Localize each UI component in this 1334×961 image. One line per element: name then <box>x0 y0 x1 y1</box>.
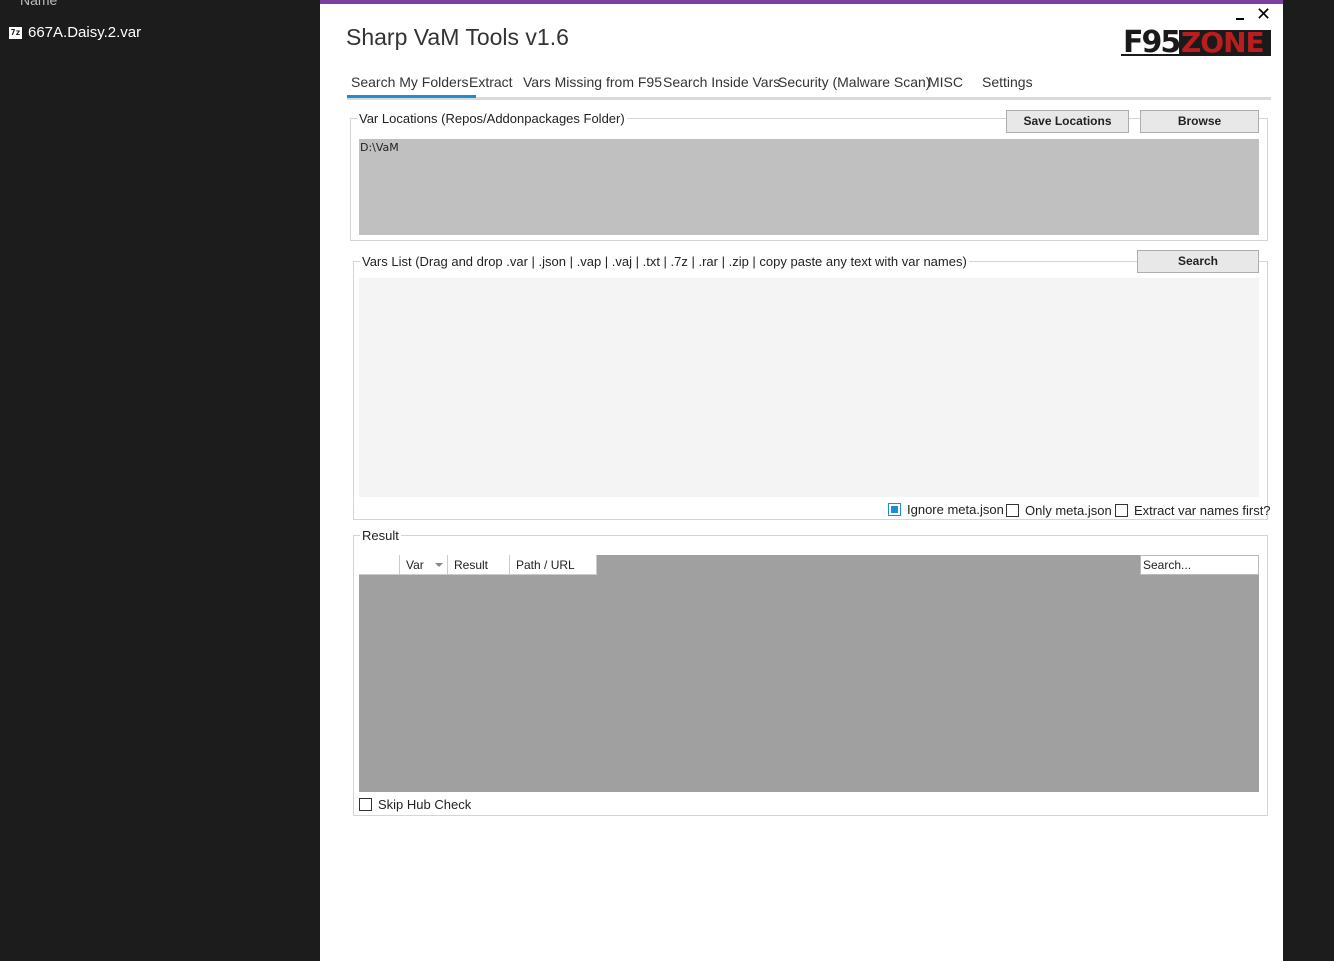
svg-text:F95: F95 <box>1123 27 1179 56</box>
var-locations-input[interactable]: D:\VaM <box>359 139 1259 235</box>
search-button[interactable]: Search <box>1137 250 1259 273</box>
tab-search-my-folders[interactable]: Search My Folders <box>346 74 478 98</box>
vars-list-label: Vars List (Drag and drop .var | .json | … <box>360 254 969 269</box>
result-label: Result <box>360 528 401 543</box>
extract-var-names-first-checkbox[interactable]: Extract var names first? <box>1115 503 1271 518</box>
main-tabs: Search My Folders Extract Vars Missing f… <box>346 72 1271 100</box>
only-meta-json-checkbox[interactable]: Only meta.json <box>1006 503 1112 518</box>
result-search-input[interactable]: Search... <box>1140 555 1259 575</box>
skip-hub-check-label: Skip Hub Check <box>378 797 472 812</box>
skip-hub-check-checkbox[interactable]: Skip Hub Check <box>359 797 471 812</box>
sort-down-icon <box>435 563 443 567</box>
ignore-meta-json-checkbox[interactable]: Ignore meta.json <box>888 502 1004 517</box>
column-header-result[interactable]: Result <box>448 555 510 575</box>
file-name: 667A.Daisy.2.var <box>28 24 142 41</box>
tab-vars-missing-from-f95[interactable]: Vars Missing from F95 <box>523 74 662 90</box>
column-header-path-url[interactable]: Path / URL <box>510 555 597 575</box>
tab-settings[interactable]: Settings <box>982 74 1033 90</box>
f95zone-logo-graphic: F95 ZONE <box>1121 27 1271 56</box>
save-locations-button[interactable]: Save Locations <box>1006 110 1129 133</box>
close-button[interactable]: ✕ <box>1256 4 1271 24</box>
result-grid-header: Var Result Path / URL <box>359 555 597 575</box>
minimize-button[interactable] <box>1234 6 1246 20</box>
app-window: Sharp VaM Tools v1.6 F95 ZONE ✕ Search M… <box>320 0 1283 961</box>
tab-misc[interactable]: MISC <box>928 74 963 90</box>
f95zone-logo: F95 ZONE <box>1121 27 1271 56</box>
checkbox-unchecked-icon <box>359 798 372 811</box>
var-locations-label: Var Locations (Repos/Addonpackages Folde… <box>357 111 627 126</box>
result-grid[interactable]: Var Result Path / URL Search... <box>359 555 1259 792</box>
browse-button[interactable]: Browse <box>1140 110 1259 133</box>
checkbox-checked-icon <box>888 503 901 516</box>
window-accent-bar <box>320 0 1283 4</box>
ignore-meta-json-label: Ignore meta.json <box>907 502 1004 517</box>
svg-text:ZONE: ZONE <box>1181 27 1264 56</box>
column-header-select[interactable] <box>359 555 400 575</box>
sevenzip-file-icon: 7z <box>9 26 22 39</box>
app-title: Sharp VaM Tools v1.6 <box>346 24 569 50</box>
column-header-var[interactable]: Var <box>400 555 448 575</box>
column-header-var-label: Var <box>406 558 424 572</box>
checkbox-unchecked-icon <box>1115 504 1128 517</box>
explorer-file-item[interactable]: 7z 667A.Daisy.2.var <box>9 24 141 41</box>
only-meta-json-label: Only meta.json <box>1025 503 1112 518</box>
extract-var-names-first-label: Extract var names first? <box>1134 503 1271 518</box>
vars-list-input[interactable] <box>359 278 1259 497</box>
checkbox-unchecked-icon <box>1006 504 1019 517</box>
tab-security-malware-scan[interactable]: Security (Malware Scan) <box>778 74 931 90</box>
tab-extract[interactable]: Extract <box>469 74 513 90</box>
explorer-name-column-header[interactable]: Name <box>20 0 57 8</box>
tab-search-inside-vars[interactable]: Search Inside Vars <box>663 74 780 90</box>
